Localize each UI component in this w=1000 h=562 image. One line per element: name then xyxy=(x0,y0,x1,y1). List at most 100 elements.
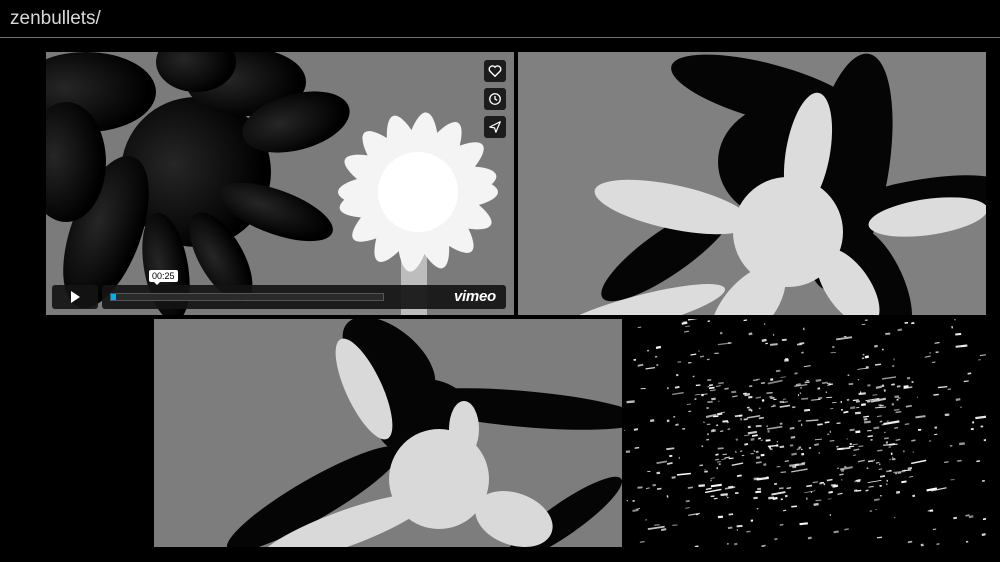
particle xyxy=(766,425,768,427)
particle xyxy=(776,440,779,443)
watch-later-button[interactable] xyxy=(484,88,506,110)
particle xyxy=(849,442,852,446)
blob-render-image xyxy=(154,319,622,547)
particle xyxy=(669,454,673,458)
particle xyxy=(792,465,797,469)
particle xyxy=(761,399,765,402)
particle xyxy=(836,467,840,469)
progress-bar[interactable] xyxy=(110,293,384,301)
particle xyxy=(750,409,753,412)
particle xyxy=(731,390,737,394)
particle xyxy=(953,319,956,321)
particle xyxy=(736,529,738,531)
particle xyxy=(767,430,770,433)
particle xyxy=(633,358,637,361)
particle xyxy=(841,479,843,481)
particle xyxy=(885,332,891,335)
particle xyxy=(710,479,712,482)
video-frame-image xyxy=(46,52,514,315)
particle xyxy=(861,357,865,360)
particle xyxy=(750,519,754,522)
particle xyxy=(765,342,768,345)
particle xyxy=(701,393,704,397)
particle xyxy=(626,500,629,502)
particle xyxy=(757,487,762,491)
video-player[interactable]: 00:25 vimeo xyxy=(46,52,514,315)
particle xyxy=(701,445,704,448)
particle xyxy=(920,543,924,547)
particle xyxy=(766,476,769,479)
particle xyxy=(716,467,719,470)
heart-icon xyxy=(488,65,502,78)
particle xyxy=(703,421,705,423)
particle xyxy=(734,492,739,494)
particle xyxy=(768,446,772,449)
particle xyxy=(934,426,938,429)
particle xyxy=(726,496,729,499)
particle xyxy=(935,351,939,354)
particle xyxy=(656,364,659,366)
particle xyxy=(883,389,886,392)
particle xyxy=(972,421,975,424)
particle xyxy=(886,479,888,482)
particle xyxy=(800,448,803,451)
particle xyxy=(734,542,738,546)
like-button[interactable] xyxy=(484,60,506,82)
particle xyxy=(735,438,739,441)
particle xyxy=(894,517,896,519)
particle xyxy=(801,452,805,456)
send-icon xyxy=(489,121,501,133)
particle xyxy=(904,321,909,324)
particle xyxy=(832,346,835,348)
particle xyxy=(818,452,821,454)
particle xyxy=(800,423,803,427)
particle xyxy=(726,543,729,545)
current-time: 00:25 xyxy=(149,270,178,285)
particle xyxy=(911,380,914,384)
particle xyxy=(755,424,762,428)
particle xyxy=(885,483,888,486)
particle xyxy=(854,480,856,483)
particle xyxy=(982,480,985,482)
particle xyxy=(792,406,796,409)
particle xyxy=(960,406,962,408)
site-title[interactable]: zenbullets/ xyxy=(10,8,101,30)
particle xyxy=(912,451,914,453)
particle xyxy=(840,408,843,411)
particle xyxy=(799,392,802,394)
particle xyxy=(800,386,802,389)
particle xyxy=(855,430,861,434)
particle xyxy=(794,463,800,466)
particle xyxy=(706,433,710,436)
particle xyxy=(885,441,889,444)
particle xyxy=(875,508,877,510)
particle xyxy=(929,509,934,512)
particle xyxy=(682,428,686,430)
particle xyxy=(944,413,950,417)
share-button[interactable] xyxy=(484,116,506,138)
clock-icon xyxy=(489,93,501,105)
particle xyxy=(719,331,723,335)
particle xyxy=(864,319,868,321)
particle xyxy=(727,342,731,344)
gallery-tile-blob[interactable] xyxy=(154,319,622,547)
particle xyxy=(870,439,873,441)
particle xyxy=(678,456,681,459)
particle xyxy=(801,351,804,354)
vimeo-logo[interactable]: vimeo xyxy=(454,288,496,305)
particle xyxy=(823,483,826,486)
particle xyxy=(675,373,679,377)
particle xyxy=(892,365,895,367)
particle xyxy=(866,467,869,469)
particle xyxy=(717,515,724,519)
particle xyxy=(706,406,709,409)
gallery-tile-star[interactable] xyxy=(518,52,986,315)
gallery-tile-particles[interactable] xyxy=(624,319,986,547)
particle xyxy=(882,348,884,351)
particle xyxy=(884,431,886,434)
particle xyxy=(765,439,771,442)
particle xyxy=(798,446,802,449)
particle xyxy=(906,376,911,380)
particle xyxy=(881,384,885,387)
play-button[interactable] xyxy=(52,285,98,309)
